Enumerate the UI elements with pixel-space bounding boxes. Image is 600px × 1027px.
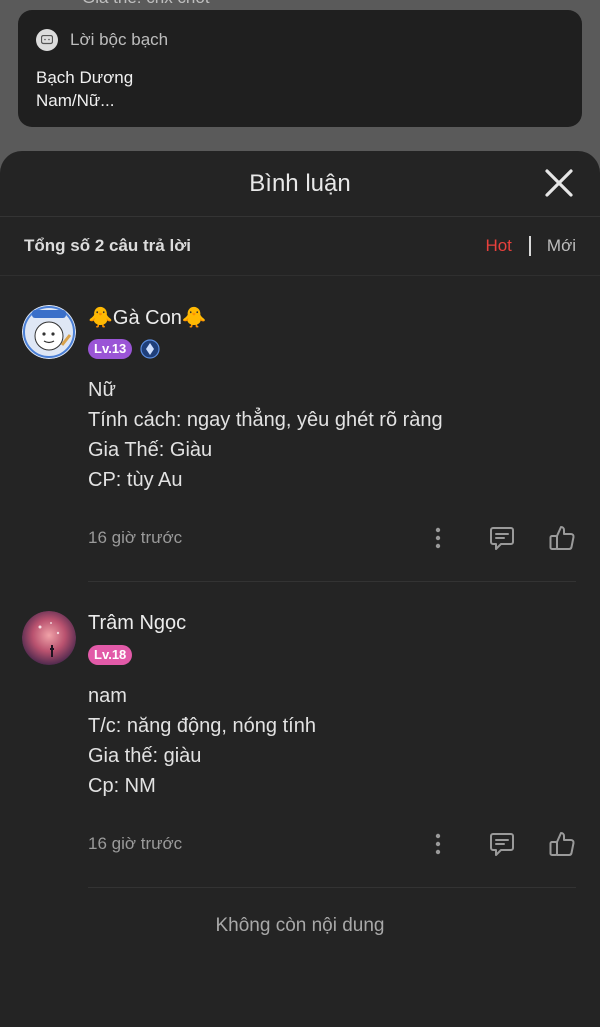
post-title: Lời bộc bạch <box>70 30 169 49</box>
comments-sheet: Bình luận Tổng số 2 câu trả lời Hot Mới <box>0 151 600 1027</box>
close-icon[interactable] <box>544 168 574 198</box>
sort-switch: Hot Mới <box>485 236 576 256</box>
like-icon[interactable] <box>548 830 576 858</box>
background-text-peek: Gia thế: chx chốt <box>82 0 210 8</box>
comment-divider <box>88 887 576 888</box>
comment-line: CP: tùy Au <box>88 469 183 491</box>
comment-line: Gia Thế: Giàu <box>88 439 213 461</box>
comment-line: nam <box>88 685 127 707</box>
comment-item: 🐥Gà Con🐥 Lv.13 Nữ Tính cách: ngay thẳng,… <box>0 303 600 582</box>
comment-time: 16 giờ trước <box>88 834 183 853</box>
comment-line: Tính cách: ngay thẳng, yêu ghét rõ ràng <box>88 409 443 431</box>
commenter-name[interactable]: Trâm Ngọc <box>88 609 576 637</box>
verified-icon <box>140 339 160 359</box>
comment-item: Trâm Ngọc Lv.18 nam T/c: năng động, nóng… <box>0 609 600 888</box>
total-replies-label: Tổng số 2 câu trả lời <box>24 236 192 255</box>
comment-divider <box>88 581 576 582</box>
like-icon[interactable] <box>548 524 576 552</box>
sort-divider <box>528 236 531 256</box>
post-preview-card[interactable]: Lời bộc bạch Bạch Dương Nam/Nữ... <box>18 10 582 127</box>
comment-line: T/c: năng động, nóng tính <box>88 715 316 737</box>
comment-time: 16 giờ trước <box>88 528 183 547</box>
more-options-icon[interactable] <box>428 527 448 549</box>
comment-line: Nữ <box>88 379 116 401</box>
sheet-title: Bình luận <box>249 169 351 197</box>
avatar[interactable] <box>22 305 76 359</box>
post-line: Bạch Dương <box>36 68 134 87</box>
reply-icon[interactable] <box>488 830 516 858</box>
post-line: Nam/Nữ... <box>36 91 115 110</box>
reply-icon[interactable] <box>488 524 516 552</box>
commenter-name[interactable]: 🐥Gà Con🐥 <box>88 303 576 331</box>
end-of-content-label: Không còn nội dung <box>215 915 385 936</box>
sort-hot-tab[interactable]: Hot <box>485 236 511 256</box>
avatar[interactable] <box>22 611 76 665</box>
message-icon <box>36 29 58 51</box>
more-options-icon[interactable] <box>428 833 448 855</box>
comment-line: Gia thế: giàu <box>88 745 202 767</box>
level-badge: Lv.13 <box>88 339 133 359</box>
level-badge: Lv.18 <box>88 645 133 665</box>
sort-new-tab[interactable]: Mới <box>547 236 576 256</box>
comment-line: Cp: NM <box>88 775 156 797</box>
